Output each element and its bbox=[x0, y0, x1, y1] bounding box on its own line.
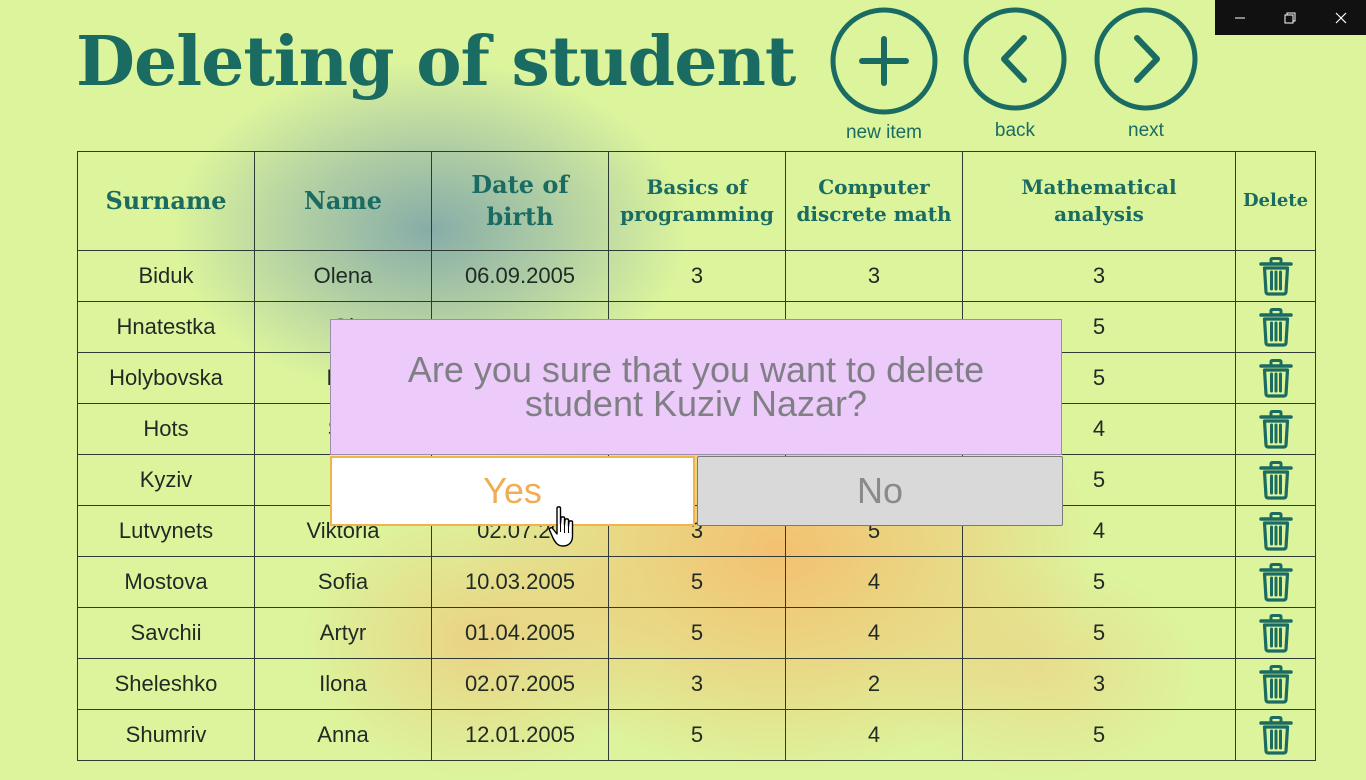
back-button[interactable]: back bbox=[960, 6, 1070, 142]
basics-of-programming-cell: 3 bbox=[608, 658, 786, 710]
surname-cell: Sheleshko bbox=[77, 658, 255, 710]
trash-icon[interactable] bbox=[1258, 256, 1294, 296]
surname-cell: Holybovska bbox=[77, 352, 255, 404]
back-label: back bbox=[994, 120, 1036, 141]
mathematical-analysis-label: Mathematical analysis bbox=[1021, 175, 1177, 226]
name-cell: Anna bbox=[254, 709, 432, 761]
dob-cell: 10.03.2005 bbox=[431, 556, 609, 608]
surname-cell: Lutvynets bbox=[77, 505, 255, 557]
column-header-name[interactable]: Name bbox=[254, 151, 432, 251]
close-icon bbox=[1335, 12, 1347, 23]
computer-discrete-math-cell: 4 bbox=[785, 607, 963, 659]
dob-cell: 12.01.2005 bbox=[431, 709, 609, 761]
name-cell: Olena bbox=[254, 250, 432, 302]
window-controls bbox=[1215, 0, 1366, 35]
chevron-right-icon bbox=[1094, 7, 1198, 111]
minimize-button[interactable] bbox=[1215, 0, 1265, 35]
column-header-basics-of-programming[interactable]: Basics of programming bbox=[608, 151, 786, 251]
computer-discrete-math-cell: 4 bbox=[785, 556, 963, 608]
computer-discrete-math-cell: 2 bbox=[785, 658, 963, 710]
name-cell: Artyr bbox=[254, 607, 432, 659]
column-header-delete: Delete bbox=[1235, 151, 1316, 251]
name-cell: Sofia bbox=[254, 556, 432, 608]
name-cell: Ilona bbox=[254, 658, 432, 710]
trash-icon[interactable] bbox=[1258, 613, 1294, 653]
trash-icon[interactable] bbox=[1258, 307, 1294, 347]
delete-cell bbox=[1235, 556, 1316, 608]
dob-cell: 02.07.2005 bbox=[431, 658, 609, 710]
table-header-row: Surname Name Date of birth Basics of pro… bbox=[77, 151, 1316, 251]
table-row: Mostova Sofia 10.03.2005 5 4 5 bbox=[77, 556, 1316, 608]
column-header-computer-discrete-math[interactable]: Computer discrete math bbox=[785, 151, 963, 251]
mathematical-analysis-cell: 5 bbox=[962, 556, 1236, 608]
mathematical-analysis-cell: 3 bbox=[962, 250, 1236, 302]
dob-cell: 06.09.2005 bbox=[431, 250, 609, 302]
trash-icon[interactable] bbox=[1258, 409, 1294, 449]
dialog-message-line-2: student Kuziv Nazar? bbox=[524, 383, 868, 424]
surname-cell: Kyziv bbox=[77, 454, 255, 506]
delete-cell bbox=[1235, 505, 1316, 557]
surname-cell: Savchii bbox=[77, 607, 255, 659]
trash-icon[interactable] bbox=[1258, 460, 1294, 500]
basics-of-programming-label: Basics of programming bbox=[620, 175, 774, 226]
date-of-birth-label: Date of birth bbox=[471, 169, 569, 231]
minimize-icon bbox=[1235, 17, 1246, 18]
basics-of-programming-cell: 5 bbox=[608, 556, 786, 608]
close-button[interactable] bbox=[1316, 0, 1366, 35]
surname-cell: Biduk bbox=[77, 250, 255, 302]
table-row: Sheleshko Ilona 02.07.2005 3 2 3 bbox=[77, 658, 1316, 710]
no-button[interactable]: No bbox=[697, 456, 1063, 526]
column-header-mathematical-analysis[interactable]: Mathematical analysis bbox=[962, 151, 1236, 251]
table-row: Shumriv Anna 12.01.2005 5 4 5 bbox=[77, 709, 1316, 761]
page-title: Deleting of student bbox=[76, 22, 796, 102]
delete-cell bbox=[1235, 454, 1316, 506]
column-header-date-of-birth[interactable]: Date of birth bbox=[431, 151, 609, 251]
yes-button[interactable]: Yes bbox=[330, 456, 695, 526]
computer-discrete-math-cell: 3 bbox=[785, 250, 963, 302]
next-label: next bbox=[1128, 120, 1164, 141]
delete-cell bbox=[1235, 403, 1316, 455]
computer-discrete-math-label: Computer discrete math bbox=[796, 175, 952, 226]
column-header-surname[interactable]: Surname bbox=[77, 151, 255, 251]
trash-icon[interactable] bbox=[1258, 562, 1294, 602]
restore-button[interactable] bbox=[1265, 0, 1315, 35]
dob-cell: 01.04.2005 bbox=[431, 607, 609, 659]
trash-icon[interactable] bbox=[1258, 715, 1294, 755]
mathematical-analysis-cell: 5 bbox=[962, 607, 1236, 659]
delete-cell bbox=[1235, 607, 1316, 659]
mathematical-analysis-cell: 5 bbox=[962, 709, 1236, 761]
basics-of-programming-cell: 3 bbox=[608, 250, 786, 302]
table-row: Biduk Olena 06.09.2005 3 3 3 bbox=[77, 250, 1316, 302]
new-item-label: new item bbox=[845, 122, 923, 143]
mathematical-analysis-cell: 3 bbox=[962, 658, 1236, 710]
basics-of-programming-cell: 5 bbox=[608, 607, 786, 659]
computer-discrete-math-cell: 4 bbox=[785, 709, 963, 761]
table-row: Savchii Artyr 01.04.2005 5 4 5 bbox=[77, 607, 1316, 659]
surname-cell: Hnatestka bbox=[77, 301, 255, 353]
next-button[interactable]: next bbox=[1092, 6, 1200, 142]
plus-icon bbox=[830, 7, 938, 115]
delete-cell bbox=[1235, 250, 1316, 302]
delete-cell bbox=[1235, 301, 1316, 353]
basics-of-programming-cell: 5 bbox=[608, 709, 786, 761]
hand-pointer-icon bbox=[548, 506, 574, 547]
dialog-message: Are you sure that you want to delete stu… bbox=[408, 352, 984, 424]
delete-cell bbox=[1235, 352, 1316, 404]
trash-icon[interactable] bbox=[1258, 511, 1294, 551]
surname-cell: Hots bbox=[77, 403, 255, 455]
delete-confirmation-dialog: Are you sure that you want to delete stu… bbox=[330, 319, 1062, 455]
new-item-button[interactable]: new item bbox=[826, 6, 942, 144]
trash-icon[interactable] bbox=[1258, 664, 1294, 704]
restore-icon bbox=[1284, 12, 1296, 23]
trash-icon[interactable] bbox=[1258, 358, 1294, 398]
chevron-left-icon bbox=[963, 7, 1067, 111]
delete-cell bbox=[1235, 709, 1316, 761]
surname-cell: Shumriv bbox=[77, 709, 255, 761]
delete-cell bbox=[1235, 658, 1316, 710]
surname-cell: Mostova bbox=[77, 556, 255, 608]
